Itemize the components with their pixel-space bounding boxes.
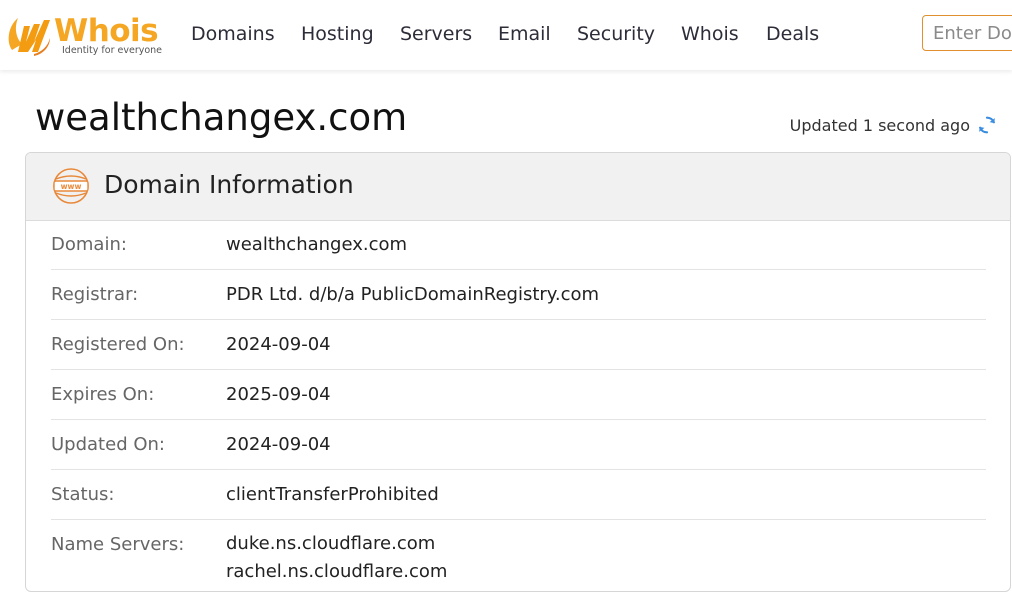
row-value: wealthchangex.com (226, 234, 408, 255)
row-label: Status: (51, 484, 115, 505)
row-label: Registrar: (51, 284, 139, 305)
domain-info-card: www Domain Information Domain: wealthcha… (25, 152, 1011, 592)
nav-domains[interactable]: Domains (191, 22, 275, 46)
card-header: www Domain Information (26, 153, 1010, 221)
row-registered-on: Registered On: 2024-09-04 (51, 320, 986, 370)
row-label: Expires On: (51, 384, 155, 405)
row-domain: Domain: wealthchangex.com (51, 220, 986, 270)
refresh-icon[interactable] (976, 114, 998, 136)
whois-logo[interactable]: Whois Identity for everyone (4, 8, 164, 62)
row-value: clientTransferProhibited (226, 484, 439, 505)
row-label: Domain: (51, 234, 127, 255)
name-server: duke.ns.cloudflare.com (226, 533, 436, 554)
card-title: Domain Information (104, 170, 354, 199)
logo-mark-icon (8, 18, 50, 56)
domain-info-rows: Domain: wealthchangex.com Registrar: PDR… (51, 220, 986, 591)
row-label: Registered On: (51, 334, 185, 355)
nav-hosting[interactable]: Hosting (301, 22, 374, 46)
row-value: 2024-09-04 (226, 334, 331, 355)
row-registrar: Registrar: PDR Ltd. d/b/a PublicDomainRe… (51, 270, 986, 320)
row-value: PDR Ltd. d/b/a PublicDomainRegistry.com (226, 284, 600, 305)
nav-email[interactable]: Email (498, 22, 551, 46)
row-label: Name Servers: (51, 534, 185, 555)
site-header: Whois Identity for everyone Domains Host… (0, 0, 1012, 70)
www-icon: www (53, 168, 89, 204)
row-value: duke.ns.cloudflare.com rachel.ns.cloudfl… (226, 530, 447, 586)
last-updated: Updated 1 second ago (790, 113, 998, 137)
page-title: wealthchangex.com (35, 96, 408, 139)
row-updated-on: Updated On: 2024-09-04 (51, 420, 986, 470)
logo-tagline: Identity for everyone (62, 45, 163, 56)
row-expires-on: Expires On: 2025-09-04 (51, 370, 986, 420)
nav-deals[interactable]: Deals (766, 22, 819, 46)
name-server: rachel.ns.cloudflare.com (226, 561, 448, 582)
nav-whois[interactable]: Whois (681, 22, 739, 46)
logo-wordmark: Whois (54, 13, 159, 49)
updated-text: Updated 1 second ago (789, 115, 970, 135)
row-status: Status: clientTransferProhibited (51, 470, 986, 520)
row-value: 2025-09-04 (226, 384, 331, 405)
nav-servers[interactable]: Servers (400, 22, 472, 46)
nav-security[interactable]: Security (577, 22, 655, 46)
row-label: Updated On: (51, 434, 165, 455)
domain-search-input[interactable] (922, 15, 1012, 51)
svg-text:www: www (61, 182, 82, 191)
row-name-servers: Name Servers: duke.ns.cloudflare.com rac… (51, 520, 986, 591)
row-value: 2024-09-04 (226, 434, 331, 455)
